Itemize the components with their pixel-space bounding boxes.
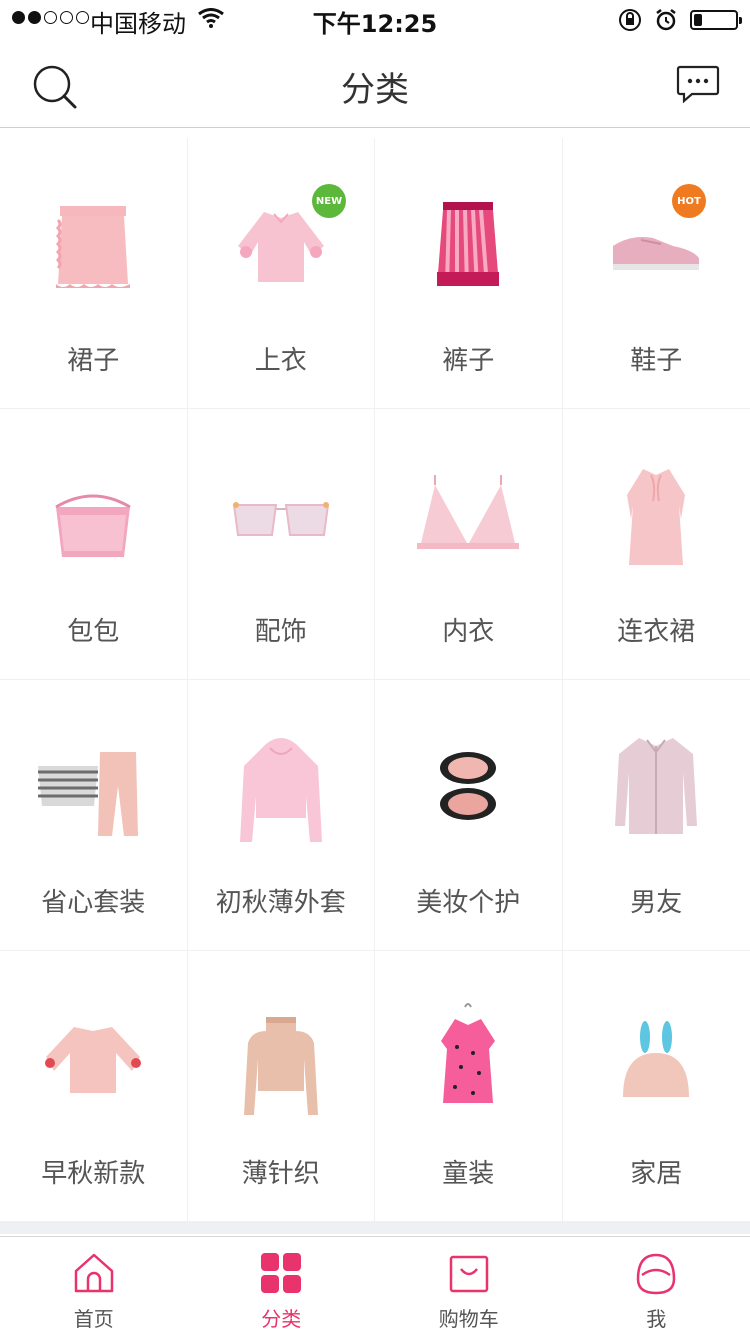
category-item[interactable]: 家居 <box>562 951 750 1222</box>
tab-label: 我 <box>646 1307 667 1331</box>
category-label: 家居 <box>630 1159 683 1189</box>
category-label: 上衣 <box>254 346 307 376</box>
knit-top-icon <box>243 1017 318 1115</box>
hot-badge: HOT <box>672 184 706 218</box>
category-item[interactable]: 童装 <box>375 951 563 1222</box>
category-item[interactable]: HOT 鞋子 <box>562 138 750 409</box>
category-label: 裤子 <box>442 346 495 376</box>
kids-dress-icon <box>441 1003 496 1103</box>
shopping-bag-icon <box>449 1255 488 1293</box>
bra-icon <box>417 475 520 549</box>
category-label: 美妆个护 <box>416 888 521 918</box>
skirt-icon <box>56 206 131 288</box>
category-item[interactable]: 早秋新款 <box>0 951 188 1222</box>
category-label: 童装 <box>442 1159 495 1189</box>
category-item[interactable]: 裤子 <box>375 138 563 409</box>
tab-label: 首页 <box>73 1307 114 1331</box>
category-grid: 裙子 NEW 上衣 裤子 HOT 鞋子 包包 配饰 内衣 连衣裙 省心套装 初秋… <box>0 138 750 1222</box>
category-item[interactable]: 薄针织 <box>187 951 375 1222</box>
tab-category[interactable]: 分类 <box>188 1237 376 1334</box>
category-label: 配饰 <box>254 617 307 647</box>
tab-label: 分类 <box>261 1307 302 1331</box>
category-item[interactable]: 初秋薄外套 <box>187 680 375 951</box>
category-item[interactable]: 配饰 <box>187 409 375 680</box>
new-badge: NEW <box>312 184 346 218</box>
nav-bar: 分类 <box>0 40 750 128</box>
ruffle-blouse-icon <box>45 1027 142 1093</box>
handbag-icon <box>55 494 132 557</box>
category-item[interactable]: 包包 <box>0 409 188 680</box>
category-label: 连衣裙 <box>617 617 696 647</box>
tab-me[interactable]: 我 <box>563 1237 750 1334</box>
tab-home[interactable]: 首页 <box>0 1237 188 1334</box>
section-divider <box>0 1222 750 1234</box>
hoodie-icon <box>239 738 322 842</box>
status-bar: 中国移动 下午12:25 <box>0 0 750 40</box>
category-label: 初秋薄外套 <box>215 888 346 918</box>
category-item[interactable]: 省心套装 <box>0 680 188 951</box>
category-item[interactable]: 美妆个护 <box>375 680 563 951</box>
outfit-set-icon <box>38 752 139 836</box>
category-label: 早秋新款 <box>41 1159 146 1189</box>
page-title: 分类 <box>341 70 409 110</box>
category-label: 薄针织 <box>241 1159 320 1189</box>
shirt-icon <box>615 738 698 834</box>
alarm-icon <box>656 9 676 31</box>
user-icon <box>636 1253 676 1295</box>
category-label: 内衣 <box>442 617 495 647</box>
category-label: 裙子 <box>67 346 120 376</box>
dress-icon <box>627 469 686 565</box>
tab-label: 购物车 <box>438 1307 499 1331</box>
bunny-lamp-icon <box>623 1021 690 1097</box>
category-label: 鞋子 <box>630 346 683 376</box>
tab-bar: 首页 分类 购物车 我 <box>0 1236 750 1334</box>
category-label: 包包 <box>67 617 120 647</box>
category-item[interactable]: NEW 上衣 <box>187 138 375 409</box>
rotation-lock-icon <box>619 9 641 31</box>
category-label: 男友 <box>630 888 683 918</box>
category-item[interactable]: 内衣 <box>375 409 563 680</box>
category-item[interactable]: 男友 <box>562 680 750 951</box>
message-icon[interactable] <box>676 64 720 104</box>
compact-icon <box>440 752 497 820</box>
category-item[interactable]: 连衣裙 <box>562 409 750 680</box>
home-icon <box>74 1253 113 1293</box>
sunglasses-icon <box>232 502 329 536</box>
pleated-skirt-icon <box>437 202 500 287</box>
tab-cart[interactable]: 购物车 <box>375 1237 563 1334</box>
category-grid-icon <box>261 1253 302 1293</box>
category-label: 省心套装 <box>41 888 146 918</box>
category-item[interactable]: 裙子 <box>0 138 188 409</box>
battery-icon <box>690 10 742 30</box>
